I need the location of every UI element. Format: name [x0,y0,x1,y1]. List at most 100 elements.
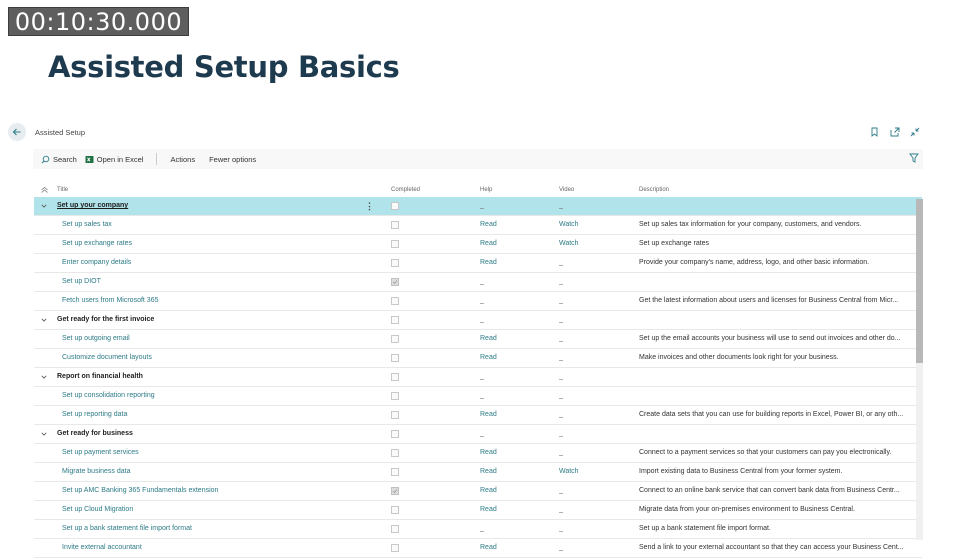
table-row[interactable]: Set up AMC Banking 365 Fundamentals exte… [34,482,922,501]
setup-title-link[interactable]: Fetch users from Microsoft 365 [62,292,392,310]
group-row[interactable]: Get ready for the first invoice _ _ [34,311,922,330]
table-row[interactable]: Set up outgoing email Read _ Set up the ema… [34,330,922,349]
setup-title-link[interactable]: Migrate business data [62,463,392,481]
grid-header: Title Completed Help Video Description [34,183,922,197]
description-text [639,425,914,443]
completed-checkbox [391,240,399,248]
group-title[interactable]: Report on financial health [57,368,387,386]
table-row[interactable]: Set up DIOT _ _ [34,273,922,292]
help-link: _ [480,297,484,304]
group-title[interactable]: Set up your company [57,197,387,215]
group-title[interactable]: Get ready for the first invoice [57,311,387,329]
completed-checkbox [391,335,399,343]
setup-title-link[interactable]: Set up Cloud Migration [62,501,392,519]
setup-title-link[interactable]: Set up payment services [62,444,392,462]
description-text [639,197,914,215]
setup-title-link[interactable]: Customize document layouts [62,349,392,367]
description-text: Set up the email accounts your business … [639,335,901,342]
group-row[interactable]: Report on financial health _ _ [34,368,922,387]
help-link[interactable]: Read [480,539,550,557]
table-row[interactable]: Set up consolidation reporting _ _ [34,387,922,406]
help-link[interactable]: Read [480,216,550,234]
table-row[interactable]: Customize document layouts Read _ Make invo… [34,349,922,368]
setup-title-link[interactable]: Set up consolidation reporting [62,387,392,405]
description-text [639,387,914,405]
more-options-icon[interactable]: ⋮ [365,197,374,215]
help-link[interactable]: Read [480,330,550,348]
help-link[interactable]: Read [480,349,550,367]
column-header-completed[interactable]: Completed [391,183,420,197]
description-text: Set up exchange rates [639,240,710,247]
table-row[interactable]: Set up payment services Read _ Connect to a… [34,444,922,463]
description-text [639,273,914,291]
chevron-down-icon[interactable] [41,431,47,437]
video-link: _ [559,259,563,266]
setup-title-link[interactable]: Set up DIOT [62,273,392,291]
table-row[interactable]: Set up a bank statement file import form… [34,520,922,539]
completed-checkbox [391,411,399,419]
setup-title-link[interactable]: Set up reporting data [62,406,392,424]
video-link[interactable]: Watch [559,463,629,481]
setup-title-link[interactable]: Invite external accountant [62,539,392,557]
video-link: _ [559,202,563,209]
table-row[interactable]: Migrate business data Read Watch Import exi… [34,463,922,482]
setup-title-link[interactable]: Set up a bank statement file import form… [62,520,392,538]
filter-icon[interactable] [909,153,919,165]
description-text: Create data sets that you can use for bu… [639,411,904,418]
chevron-down-icon[interactable] [41,203,47,209]
group-row[interactable]: Set up your company ⋮ _ _ [34,197,922,216]
collapse-icon[interactable] [909,126,920,137]
video-link: _ [559,354,563,361]
grid-rows: Set up your company ⋮ _ _ Set up sales tax Re… [34,197,922,558]
open-in-excel-button[interactable]: Open in Excel [85,154,144,164]
table-row[interactable]: Fetch users from Microsoft 365 _ _ Get the … [34,292,922,311]
column-header-video[interactable]: Video [559,183,574,197]
group-title[interactable]: Get ready for business [57,425,387,443]
help-link[interactable]: Read [480,501,550,519]
chevron-down-icon[interactable] [41,317,47,323]
setup-title-link[interactable]: Set up sales tax [62,216,392,234]
setup-title-link[interactable]: Set up AMC Banking 365 Fundamentals exte… [62,482,392,500]
completed-checkbox [391,525,399,533]
bookmark-icon[interactable] [869,126,880,137]
column-header-description[interactable]: Description [639,183,669,197]
scrollbar-thumb[interactable] [916,199,923,363]
table-row[interactable]: Enter company details Read _ Provide your c… [34,254,922,273]
back-button[interactable] [8,123,26,141]
open-in-excel-label: Open in Excel [96,154,144,164]
excel-icon [85,155,94,163]
table-row[interactable]: Set up exchange rates Read Watch Set up exc… [34,235,922,254]
video-link[interactable]: Watch [559,235,629,253]
chevron-down-icon[interactable] [41,374,47,380]
help-link[interactable]: Read [480,235,550,253]
vertical-scrollbar[interactable] [916,199,923,540]
video-link[interactable]: Watch [559,216,629,234]
search-button[interactable]: Search [41,155,77,164]
table-row[interactable]: Set up sales tax Read Watch Set up sales ta… [34,216,922,235]
help-link[interactable]: Read [480,254,550,272]
actions-menu[interactable]: Actions [170,155,195,164]
help-link[interactable]: Read [480,482,550,500]
table-row[interactable]: Invite external accountant Read _ Send a li… [34,539,922,558]
setup-title-link[interactable]: Enter company details [62,254,392,272]
column-header-help[interactable]: Help [480,183,492,197]
help-link[interactable]: Read [480,406,550,424]
share-icon[interactable] [889,126,900,137]
collapse-all-icon[interactable] [41,187,48,193]
setup-title-link[interactable]: Set up outgoing email [62,330,392,348]
description-text: Set up sales tax information for your co… [639,221,862,228]
help-link[interactable]: Read [480,444,550,462]
video-link: _ [559,487,563,494]
table-row[interactable]: Set up Cloud Migration Read _ Migrate data … [34,501,922,520]
help-link: _ [480,316,484,323]
description-text: Make invoices and other documents look r… [639,354,839,361]
setup-title-link[interactable]: Set up exchange rates [62,235,392,253]
video-link: _ [559,544,563,551]
fewer-options-button[interactable]: Fewer options [209,155,256,164]
video-link: _ [559,449,563,456]
help-link[interactable]: Read [480,463,550,481]
completed-checkbox [391,259,399,267]
table-row[interactable]: Set up reporting data Read _ Create data se… [34,406,922,425]
column-header-title[interactable]: Title [57,183,68,197]
group-row[interactable]: Get ready for business _ _ [34,425,922,444]
